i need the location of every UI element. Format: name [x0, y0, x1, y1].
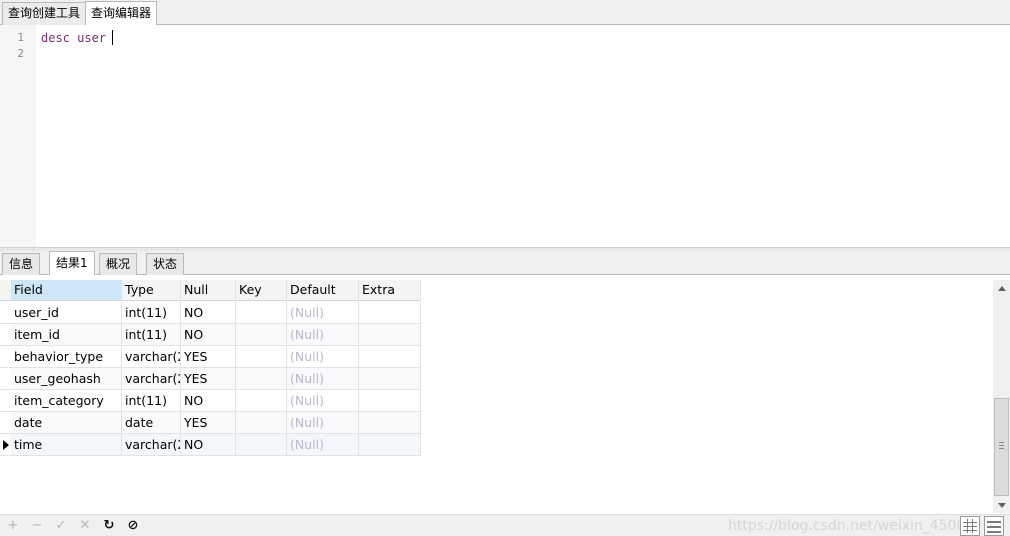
table-row[interactable]: date date YES (Null)	[0, 412, 422, 434]
result-grid[interactable]: Field Type Null Key Default Extra user_id int(1…	[0, 280, 422, 456]
cell-key[interactable]	[236, 346, 287, 368]
result-tab-bar: 信息 结果1 概况 状态	[0, 251, 1010, 275]
table-row[interactable]: item_category int(11) NO (Null)	[0, 390, 422, 412]
row-indicator[interactable]	[0, 412, 11, 434]
cell-default[interactable]: (Null)	[287, 390, 359, 412]
grid-toolbar: + − ✓ ✕ ↻ ⊘ https://blog.csdn.net/weixin_4500…	[0, 514, 1010, 536]
cell-field[interactable]: user_id	[11, 302, 122, 324]
row-indicator[interactable]	[0, 368, 11, 390]
cell-null[interactable]: NO	[181, 390, 236, 412]
table-row[interactable]: timevarchar(255)NO (Null)	[0, 434, 422, 456]
form-view-button[interactable]	[984, 516, 1004, 536]
cell-extra[interactable]	[359, 368, 421, 390]
cell-type[interactable]: varchar(255)	[122, 434, 181, 456]
cell-field[interactable]: item_category	[11, 390, 122, 412]
cell-default[interactable]: (Null)	[287, 324, 359, 346]
column-header-default[interactable]: Default	[287, 280, 359, 301]
row-indicator[interactable]	[0, 434, 11, 456]
column-header-extra[interactable]: Extra	[359, 280, 421, 301]
cell-extra[interactable]	[359, 434, 421, 456]
cell-default[interactable]: (Null)	[287, 412, 359, 434]
scroll-thumb[interactable]	[994, 398, 1009, 496]
line-number: 1	[17, 31, 24, 44]
cell-type[interactable]: int(11)	[122, 390, 181, 412]
column-header-key[interactable]: Key	[236, 280, 287, 301]
query-tab-bar: 查询创建工具 查询编辑器	[0, 0, 1010, 25]
cell-null[interactable]: YES	[181, 368, 236, 390]
row-indicator[interactable]	[0, 390, 11, 412]
cell-extra[interactable]	[359, 412, 421, 434]
cell-default[interactable]: (Null)	[287, 434, 359, 456]
text-caret	[112, 30, 113, 45]
current-row-arrow-icon	[3, 440, 9, 450]
cell-type[interactable]: varchar(255)	[122, 368, 181, 390]
row-indicator[interactable]	[0, 302, 11, 324]
watermark-text: https://blog.csdn.net/weixin_4500...	[728, 518, 979, 534]
cell-type[interactable]: date	[122, 412, 181, 434]
tab-info[interactable]: 信息	[2, 253, 41, 275]
cell-default[interactable]: (Null)	[287, 346, 359, 368]
cell-key[interactable]	[236, 390, 287, 412]
line-number-gutter: 1 2	[0, 25, 36, 247]
tab-profile[interactable]: 概况	[99, 253, 138, 275]
cell-key[interactable]	[236, 302, 287, 324]
cell-key[interactable]	[236, 412, 287, 434]
cell-field[interactable]: user_geohash	[11, 368, 122, 390]
refresh-button[interactable]: ↻	[100, 517, 118, 535]
cell-null[interactable]: YES	[181, 346, 236, 368]
table-row[interactable]: behavior_typevarchar(20)YES (Null)	[0, 346, 422, 368]
cell-field[interactable]: time	[11, 434, 122, 456]
grid-view-button[interactable]	[960, 516, 980, 536]
stop-button[interactable]: ⊘	[124, 517, 142, 535]
tab-result1[interactable]: 结果1	[49, 251, 95, 275]
table-row[interactable]: user_geohashvarchar(255)YES (Null)	[0, 368, 422, 390]
cell-extra[interactable]	[359, 390, 421, 412]
row-indicator[interactable]	[0, 324, 11, 346]
column-header-type[interactable]: Type	[122, 280, 181, 301]
cell-null[interactable]: NO	[181, 324, 236, 346]
cell-field[interactable]: date	[11, 412, 122, 434]
line-number: 2	[17, 47, 24, 60]
tab-status[interactable]: 状态	[146, 253, 185, 275]
scroll-down-icon[interactable]	[998, 503, 1006, 508]
cell-field[interactable]: behavior_type	[11, 346, 122, 368]
cell-default[interactable]: (Null)	[287, 368, 359, 390]
table-row[interactable]: user_id int(11) NO (Null)	[0, 302, 422, 324]
cell-null[interactable]: NO	[181, 434, 236, 456]
cell-null[interactable]: YES	[181, 412, 236, 434]
tab-query-editor[interactable]: 查询编辑器	[85, 1, 158, 25]
cell-extra[interactable]	[359, 346, 421, 368]
table-row[interactable]: item_id int(11) NO (Null)	[0, 324, 422, 346]
vertical-scrollbar[interactable]	[993, 280, 1010, 513]
cell-type[interactable]: int(11)	[122, 324, 181, 346]
delete-record-button[interactable]: −	[28, 517, 46, 535]
cell-null[interactable]: NO	[181, 302, 236, 324]
cancel-button[interactable]: ✕	[76, 517, 94, 535]
scroll-up-icon[interactable]	[998, 286, 1006, 291]
code-line[interactable]: desc user	[41, 30, 106, 46]
sql-editor[interactable]: 1 2 desc user	[0, 25, 1010, 247]
cell-key[interactable]	[236, 368, 287, 390]
cell-key[interactable]	[236, 434, 287, 456]
tab-query-builder[interactable]: 查询创建工具	[2, 2, 87, 25]
apply-button[interactable]: ✓	[52, 517, 70, 535]
add-record-button[interactable]: +	[4, 517, 22, 535]
cell-key[interactable]	[236, 324, 287, 346]
grid-header-row: Field Type Null Key Default Extra	[0, 280, 422, 302]
cell-extra[interactable]	[359, 324, 421, 346]
cell-field[interactable]: item_id	[11, 324, 122, 346]
cell-type[interactable]: int(11)	[122, 302, 181, 324]
row-indicator-header	[0, 280, 11, 301]
column-header-field[interactable]: Field	[11, 280, 122, 301]
cell-extra[interactable]	[359, 302, 421, 324]
cell-default[interactable]: (Null)	[287, 302, 359, 324]
row-indicator[interactable]	[0, 346, 11, 368]
column-header-null[interactable]: Null	[181, 280, 236, 301]
cell-type[interactable]: varchar(20)	[122, 346, 181, 368]
